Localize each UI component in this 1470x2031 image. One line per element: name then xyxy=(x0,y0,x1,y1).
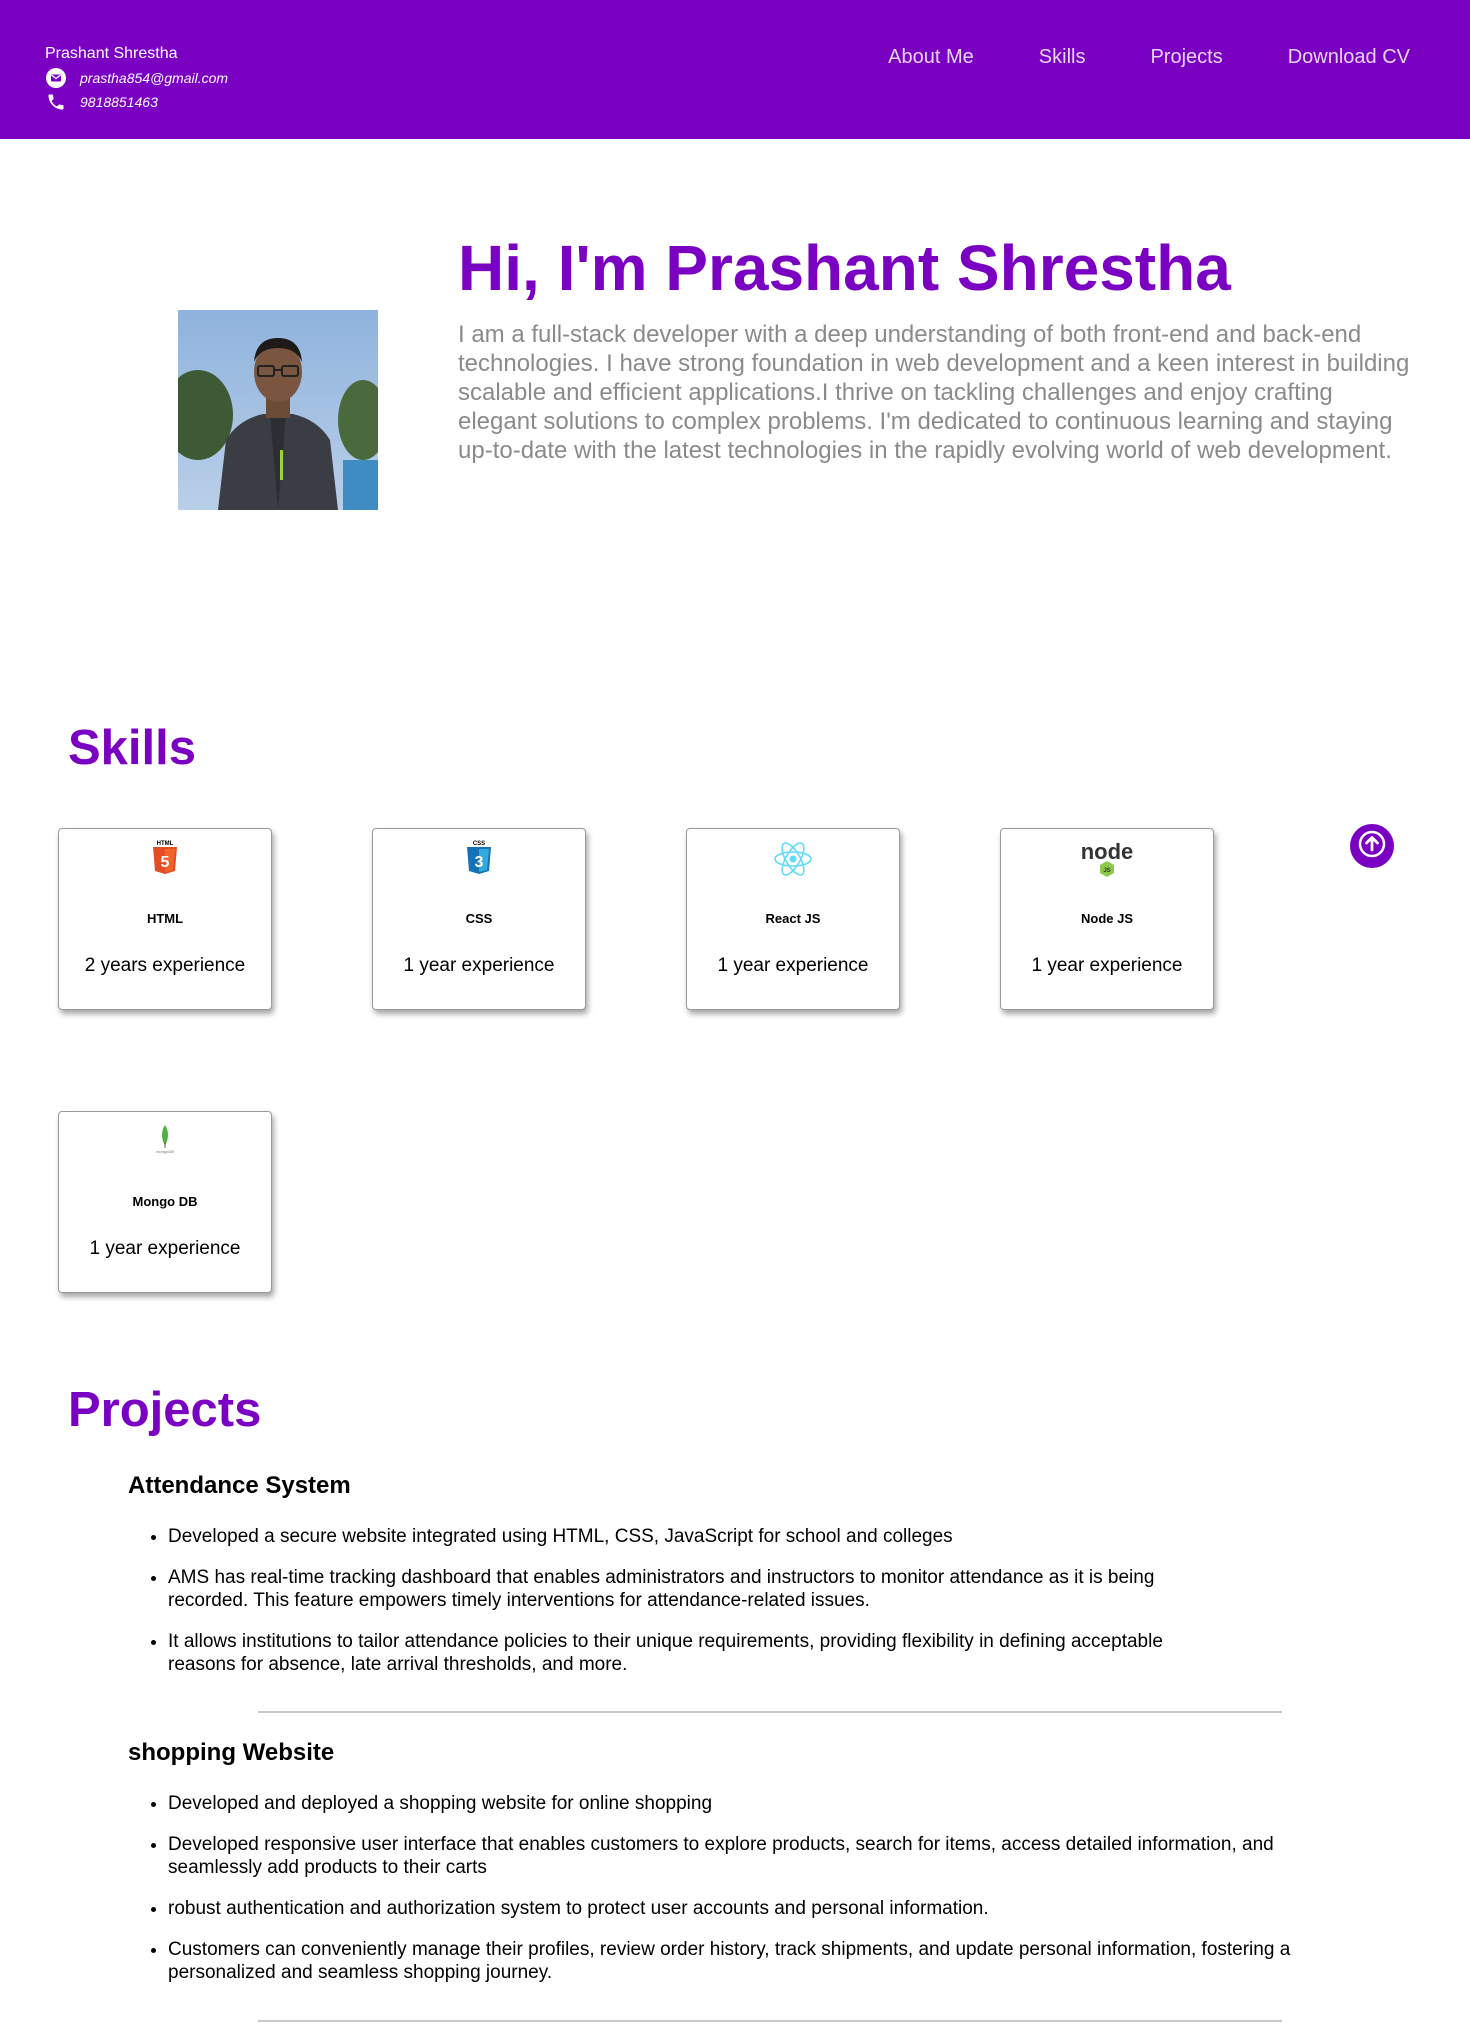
skill-card-mongodb: mongoDB Mongo DB 1 year experience xyxy=(58,1111,272,1293)
hero-title: Hi, I'm Prashant Shrestha xyxy=(458,232,1231,304)
divider xyxy=(258,1711,1282,1713)
projects-title: Projects xyxy=(68,1383,262,1437)
email-text[interactable]: prastha854@gmail.com xyxy=(80,70,228,86)
project-bullets-shopping: Developed and deployed a shopping websit… xyxy=(128,1792,1348,2002)
skill-experience: 1 year experience xyxy=(89,1238,241,1259)
nav-skills[interactable]: Skills xyxy=(1039,44,1086,70)
project-bullets-attendance: Developed a secure website integrated us… xyxy=(128,1525,1168,1694)
list-item: It allows institutions to tailor attenda… xyxy=(168,1630,1168,1676)
phone-icon xyxy=(45,92,67,112)
scroll-to-top-button[interactable] xyxy=(1350,824,1394,868)
skill-card-css: CSS 3 CSS 1 year experience xyxy=(372,828,586,1010)
phone-row: 9818851463 xyxy=(45,92,228,112)
nav-download-cv[interactable]: Download CV xyxy=(1288,44,1410,70)
svg-text:5: 5 xyxy=(161,854,170,871)
nav-about-me[interactable]: About Me xyxy=(888,44,974,70)
list-item: AMS has real-time tracking dashboard tha… xyxy=(168,1566,1168,1612)
site-header: Prashant Shrestha prastha854@gmail.com 9… xyxy=(0,0,1470,139)
skill-name: CSS xyxy=(465,911,493,926)
svg-text:node: node xyxy=(1081,839,1134,864)
nodejs-icon: node JS xyxy=(1001,839,1213,879)
list-item: Developed and deployed a shopping websit… xyxy=(168,1792,1348,1815)
css3-icon: CSS 3 xyxy=(373,839,585,879)
hero-description: I am a full-stack developer with a deep … xyxy=(458,321,1410,464)
skills-title: Skills xyxy=(68,721,197,775)
skill-name: Node JS xyxy=(1080,911,1133,926)
mongodb-icon: mongoDB xyxy=(59,1122,271,1162)
skill-name: Mongo DB xyxy=(132,1194,198,1209)
skill-experience: 1 year experience xyxy=(403,955,555,976)
skill-experience: 1 year experience xyxy=(1031,955,1183,976)
project-title-shopping: shopping Website xyxy=(128,1739,335,1766)
skill-experience: 1 year experience xyxy=(717,955,869,976)
skill-name: React JS xyxy=(765,911,821,926)
svg-text:HTML: HTML xyxy=(157,841,174,847)
project-title-attendance: Attendance System xyxy=(128,1472,351,1499)
skill-card-react: React JS 1 year experience xyxy=(686,828,900,1010)
svg-text:JS: JS xyxy=(1103,868,1110,874)
skill-card-node: node JS Node JS 1 year experience xyxy=(1000,828,1214,1010)
arrow-up-icon xyxy=(1358,830,1386,863)
html5-icon: HTML 5 xyxy=(59,839,271,879)
list-item: Developed responsive user interface that… xyxy=(168,1833,1348,1879)
svg-text:CSS: CSS xyxy=(473,841,485,847)
skill-experience: 2 years experience xyxy=(84,955,246,976)
skill-card-html: HTML 5 HTML 2 years experience xyxy=(58,828,272,1010)
header-name: Prashant Shrestha xyxy=(45,45,178,62)
svg-text:3: 3 xyxy=(475,854,484,871)
profile-photo xyxy=(178,310,378,510)
contact-info: Prashant Shrestha prastha854@gmail.com 9… xyxy=(45,44,228,112)
email-row: prastha854@gmail.com xyxy=(45,68,228,88)
divider xyxy=(258,2020,1282,2022)
list-item: Customers can conveniently manage their … xyxy=(168,1938,1348,1984)
list-item: robust authentication and authorization … xyxy=(168,1897,1348,1920)
svg-text:mongoDB: mongoDB xyxy=(156,1149,174,1154)
phone-text[interactable]: 9818851463 xyxy=(80,94,158,110)
react-icon xyxy=(687,839,899,879)
nav-projects[interactable]: Projects xyxy=(1150,44,1222,70)
skill-name: HTML xyxy=(146,911,184,926)
main-nav: About Me Skills Projects Download CV xyxy=(823,44,1410,70)
list-item: Developed a secure website integrated us… xyxy=(168,1525,1168,1548)
mail-icon xyxy=(45,68,67,88)
